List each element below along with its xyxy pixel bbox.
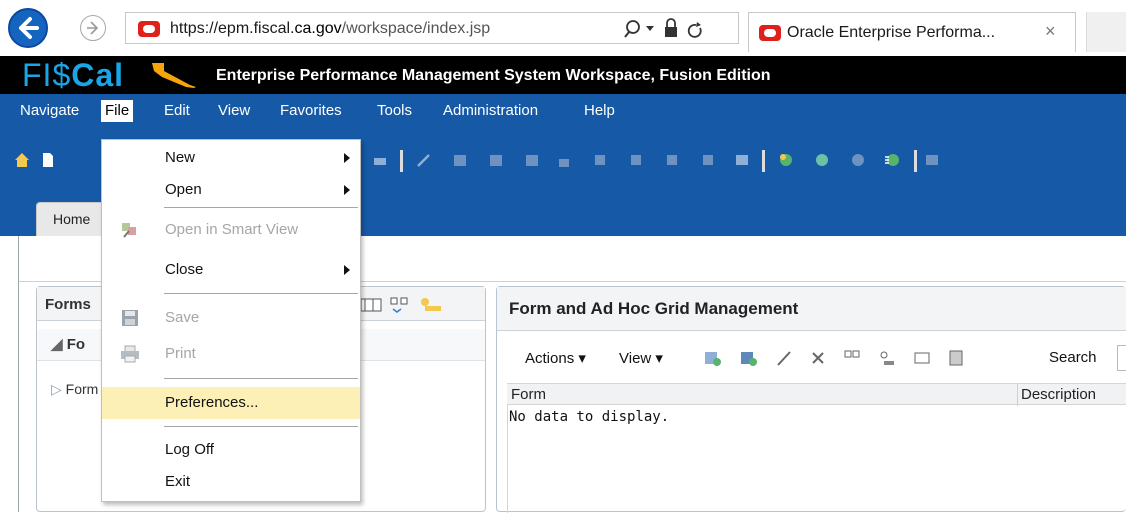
edit-icon[interactable] [775,349,793,367]
menu-item-save: Save [102,302,360,334]
search-icon[interactable] [622,17,732,41]
create-grid-icon[interactable] [739,349,757,367]
oracle-favicon-icon [759,25,781,41]
toolbar-separator [914,150,917,172]
home-icon[interactable] [14,152,30,168]
search-label: Search [1049,349,1097,366]
forward-button[interactable] [80,15,106,41]
back-button[interactable] [8,8,48,48]
assign-access-icon[interactable] [877,349,895,367]
new-document-icon[interactable] [40,152,56,168]
move-icon[interactable] [843,349,861,367]
column-divider[interactable] [1017,384,1018,406]
submenu-arrow-icon [344,185,350,195]
toolbar-separator [762,150,765,172]
browser-toolbar: https://epm.fiscal.ca.gov/workspace/inde… [0,0,1126,56]
submenu-arrow-icon [344,265,350,275]
grid-edit-icon [526,155,538,166]
menu-separator [164,378,358,379]
chart-icon [667,155,677,165]
app-banner: FI$Cal Enterprise Performance Management… [0,56,1126,94]
fiscal-logo: FI$Cal [22,57,125,93]
form-management-toolbar: Actions ▾ View ▾ Search [497,339,1126,377]
menu-item-preferences[interactable]: Preferences... [102,387,360,419]
delete-icon[interactable] [809,349,827,367]
forms-grid-header: Form Description [507,383,1126,406]
california-logo-icon [152,63,196,88]
properties-icon[interactable] [947,349,965,367]
view-menu[interactable]: View ▾ [619,349,663,367]
pencil-icon [417,154,430,167]
tab-home-label: Home [53,211,91,227]
print-icon [121,345,139,363]
tab-home[interactable]: Home [36,202,106,236]
menu-item-new[interactable]: New [102,142,360,174]
form-management-panel: Form and Ad Hoc Grid Management Actions … [496,286,1126,513]
tab-title: Oracle Enterprise Performa... [787,24,996,41]
menu-edit[interactable]: Edit [160,100,194,122]
lock-icon [559,159,569,167]
search-input[interactable] [1117,345,1126,371]
menu-view[interactable]: View [214,100,254,122]
menu-item-close[interactable]: Close [102,254,360,286]
smart-view-icon [122,223,136,238]
file-dropdown-menu: New Open Open in Smart View Close Save P… [101,139,361,502]
browser-tab[interactable]: Oracle Enterprise Performa... × [748,12,1076,52]
menu-separator [164,207,358,208]
address-bar[interactable]: https://epm.fiscal.ca.gov/workspace/inde… [125,12,739,44]
list-icon [595,155,605,165]
member-icon [816,154,828,166]
submenu-arrow-icon [344,153,350,163]
create-form-icon[interactable] [703,349,721,367]
save-icon [122,310,138,326]
member-add-icon[interactable] [778,152,794,168]
actions-menu[interactable]: Actions ▾ [525,349,586,367]
grid-copy-icon [490,155,502,166]
form-management-title: Form and Ad Hoc Grid Management [509,299,799,318]
column-icon[interactable] [913,349,931,367]
menu-tools[interactable]: Tools [373,100,416,122]
member-move-icon[interactable] [884,152,900,168]
arrow-right-icon [87,21,99,35]
oracle-favicon-icon [138,21,160,37]
menu-file[interactable]: File [101,100,134,122]
tree-item-form[interactable]: ▷ Form [51,381,98,398]
column-header-description[interactable]: Description [1021,386,1096,403]
report-icon [631,155,641,165]
toolbar-separator [400,150,403,172]
menu-favorites[interactable]: Favorites [276,100,346,122]
print-icon [374,158,386,165]
grid-add-icon [454,155,466,166]
menu-item-open-smart-view: Open in Smart View [102,214,360,246]
arrow-left-icon [19,17,39,39]
menu-separator [164,426,358,427]
rules-icon [703,155,713,165]
menu-administration[interactable]: Administration [439,100,542,122]
menu-separator [164,293,358,294]
forms-panel-title: Forms [45,296,91,313]
banner-title: Enterprise Performance Management System… [216,67,771,84]
menu-bar: Navigate File Edit View Favorites Tools … [0,94,1126,124]
new-tab-button[interactable] [1086,12,1126,52]
menu-item-exit[interactable]: Exit [102,466,360,498]
url-text[interactable]: https://epm.fiscal.ca.gov/workspace/inde… [170,20,490,38]
tab-close-button[interactable]: × [1045,21,1056,42]
empty-grid-message: No data to display. [509,409,670,425]
menu-navigate[interactable]: Navigate [16,100,83,122]
menu-item-open[interactable]: Open [102,174,360,206]
column-header-form[interactable]: Form [511,386,546,403]
member-remove-icon [852,154,864,166]
form-management-header: Form and Ad Hoc Grid Management [497,287,1126,331]
menu-help[interactable]: Help [580,100,619,122]
menu-item-log-off[interactable]: Log Off [102,434,360,466]
table-icon [736,155,748,165]
filter-icon [926,155,938,165]
menu-item-print: Print [102,338,360,370]
forms-panel-tools[interactable] [359,295,469,315]
forms-tree-header-label: ◢ Fo [51,336,86,353]
